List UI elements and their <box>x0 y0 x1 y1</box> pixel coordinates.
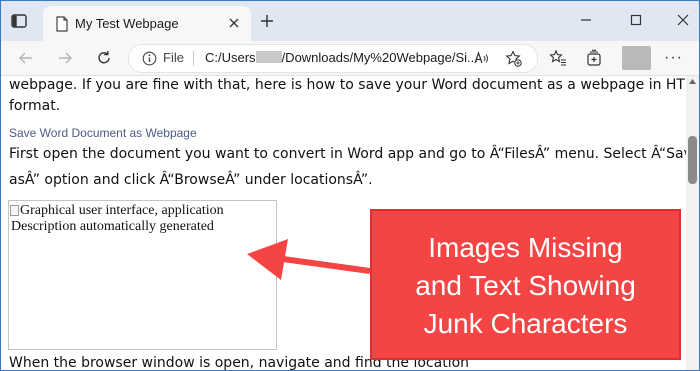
broken-image-icon <box>10 205 19 216</box>
favorites-icon[interactable] <box>549 49 567 67</box>
address-bar[interactable]: File C:/Users/Downloads/My%20Webpage/Si.… <box>128 44 538 73</box>
callout-line: Images Missing <box>428 232 623 263</box>
paragraph-line: First open the document you want to conv… <box>9 146 686 162</box>
url-suffix: /Downloads/My%20Webpage/Si... <box>281 50 478 65</box>
read-aloud-icon[interactable] <box>473 50 490 67</box>
address-separator <box>193 51 194 66</box>
profile-avatar[interactable] <box>622 46 651 70</box>
scroll-up-icon[interactable] <box>689 79 696 84</box>
callout-line: and Text Showing <box>415 270 636 301</box>
paragraph-line: asÂ” option and click Â“BrowseÂ” under l… <box>9 172 373 188</box>
more-options-icon[interactable]: ··· <box>664 50 683 66</box>
section-heading: Save Word Document as Webpage <box>9 126 197 140</box>
broken-image: Graphical user interface, application De… <box>8 200 277 350</box>
callout-line: Junk Characters <box>423 308 628 339</box>
navigation-toolbar: File C:/Users/Downloads/My%20Webpage/Si.… <box>1 41 699 76</box>
close-window-icon[interactable] <box>674 11 692 29</box>
tab-active[interactable]: My Test Webpage <box>43 6 251 41</box>
refresh-icon[interactable] <box>95 49 113 67</box>
url-prefix: C:/Users <box>205 50 256 65</box>
minimize-icon[interactable] <box>577 11 595 29</box>
alt-text-line: Description automatically generated <box>11 219 214 234</box>
image-alt-text: Graphical user interface, application De… <box>10 203 224 235</box>
maximize-icon[interactable] <box>627 11 645 29</box>
vertical-scrollbar[interactable] <box>686 76 699 370</box>
scrollbar-thumb[interactable] <box>688 136 697 184</box>
info-icon[interactable] <box>142 51 157 66</box>
url-text[interactable]: C:/Users/Downloads/My%20Webpage/Si... <box>205 50 478 65</box>
paragraph-line: format. <box>9 98 61 114</box>
sidebar-icon[interactable] <box>10 12 28 30</box>
close-icon[interactable] <box>226 15 242 31</box>
browser-window: My Test Webpage File C:/Users /Downloads… <box>0 0 700 371</box>
tab-strip: My Test Webpage <box>1 1 699 41</box>
page-icon <box>56 16 68 32</box>
forward-arrow-icon[interactable] <box>56 49 74 67</box>
paragraph-line: webpage. If you are fine with that, here… <box>9 77 686 93</box>
back-arrow-icon[interactable] <box>17 49 35 67</box>
star-add-icon[interactable] <box>505 50 522 67</box>
collections-icon[interactable] <box>585 49 603 67</box>
tab-title: My Test Webpage <box>75 16 179 31</box>
plus-icon[interactable] <box>259 13 275 29</box>
alt-text-line: Graphical user interface, application <box>20 203 224 218</box>
scheme-label: File <box>163 50 184 65</box>
annotation-callout: Images Missing and Text Showing Junk Cha… <box>370 209 681 360</box>
redacted-username <box>255 51 282 63</box>
